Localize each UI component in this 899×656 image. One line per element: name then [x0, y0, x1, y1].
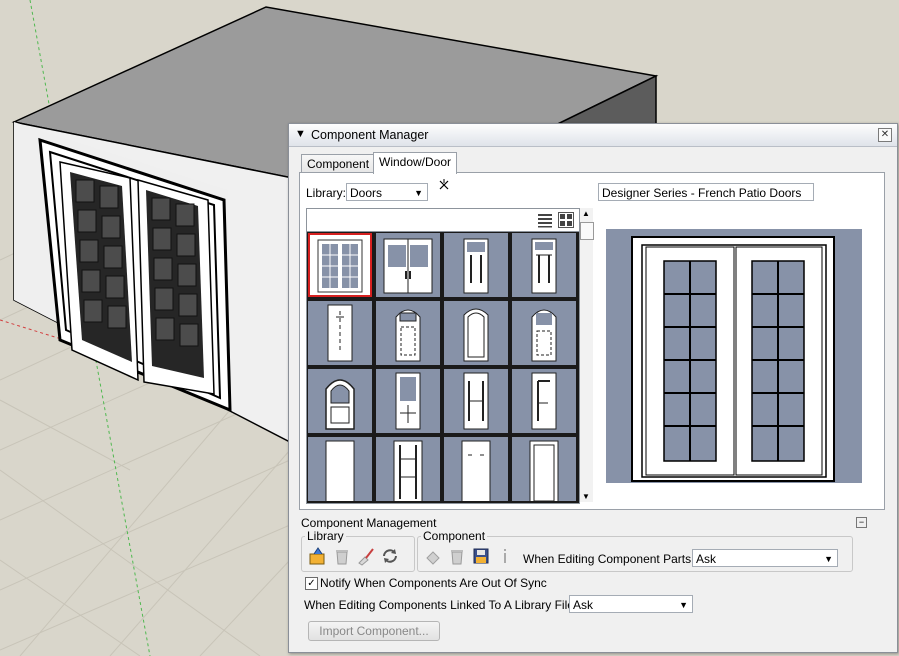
thumbnail-arched-panel-door[interactable] [512, 301, 576, 365]
close-icon[interactable]: ✕ [878, 128, 892, 142]
notify-label: Notify When Components Are Out Of Sync [320, 576, 547, 590]
panel-titlebar[interactable]: ▼ Component Manager ✕ [289, 124, 897, 147]
scroll-down-icon[interactable]: ▼ [582, 492, 590, 501]
thumbnail-split-glass-door[interactable] [376, 369, 440, 433]
linked-select-value: Ask [573, 598, 594, 612]
library-select-value: Doors [350, 186, 383, 200]
thumbnail-raised-panel-door[interactable] [444, 369, 508, 433]
grid-view-icon[interactable] [558, 212, 574, 228]
component-management-section: Component Management − Library Component… [299, 516, 887, 646]
thumbnail-grid [307, 232, 579, 503]
thumbnail-plain-door[interactable] [308, 301, 372, 365]
thumbnail-double-door-handle[interactable] [376, 233, 440, 297]
thumbnail-narrow-door-mullions[interactable] [444, 233, 508, 297]
component-browser [306, 208, 580, 504]
edit-component-icon[interactable] [423, 546, 443, 566]
library-group-label: Library [305, 529, 346, 543]
scroll-up-icon[interactable]: ▲ [582, 209, 590, 218]
refresh-library-icon[interactable] [380, 546, 400, 566]
editing-parts-value: Ask [696, 552, 717, 566]
thumbnail-offset-panel-door[interactable] [512, 369, 576, 433]
clean-library-icon[interactable] [356, 546, 376, 566]
component-preview [606, 229, 862, 483]
delete-component-icon[interactable] [447, 546, 467, 566]
scroll-thumb[interactable] [580, 222, 594, 240]
chevron-down-icon: ▼ [679, 600, 688, 610]
browser-toolbar [307, 209, 579, 232]
library-select[interactable]: Doors ▼ [346, 183, 428, 201]
triangle-down-icon[interactable]: ▼ [295, 128, 306, 140]
component-name-field[interactable]: Designer Series - French Patio Doors [598, 183, 814, 201]
list-view-icon[interactable] [537, 212, 553, 228]
pin-icon[interactable] [438, 179, 450, 191]
french-patio-door-preview [631, 236, 835, 482]
save-component-icon[interactable] [471, 546, 491, 566]
browser-scrollbar[interactable]: ▲ ▼ [580, 208, 594, 502]
import-component-button[interactable]: Import Component... [308, 621, 440, 641]
tab-component[interactable]: Component [301, 154, 376, 173]
thumbnail-flush-door[interactable] [444, 437, 508, 501]
chevron-down-icon: ▼ [414, 188, 423, 198]
editing-parts-select[interactable]: Ask ▼ [692, 549, 838, 567]
thumbnail-french-double-door[interactable] [308, 233, 372, 297]
info-icon[interactable] [495, 546, 515, 566]
collapse-icon[interactable]: − [856, 517, 867, 528]
component-group-label: Component [421, 529, 488, 543]
thumbnail-blank-door[interactable] [308, 437, 372, 501]
thumbnail-ladder-door[interactable] [376, 437, 440, 501]
panel-title: Component Manager [311, 128, 429, 142]
chevron-down-icon: ▼ [824, 554, 833, 564]
tab-window-door[interactable]: Window/Door [373, 152, 458, 174]
component-manager-panel: ▼ Component Manager ✕ Component Window/D… [288, 123, 898, 653]
thumbnail-arched-glass-door[interactable] [376, 301, 440, 365]
tab-content: Library: Doors ▼ Designer Series - Frenc… [299, 172, 885, 510]
thumbnail-arched-window-door[interactable] [308, 369, 372, 433]
editing-parts-label: When Editing Component Parts: [523, 552, 695, 566]
thumbnail-panel-door[interactable] [512, 233, 576, 297]
library-label: Library: [306, 186, 347, 200]
notify-checkbox[interactable]: ✓ [305, 577, 318, 590]
open-library-icon[interactable] [308, 546, 328, 566]
linked-label: When Editing Components Linked To A Libr… [304, 598, 578, 612]
delete-library-icon[interactable] [332, 546, 352, 566]
linked-select[interactable]: Ask ▼ [569, 595, 693, 613]
thumbnail-solid-door[interactable] [512, 437, 576, 501]
thumbnail-tall-arched-door[interactable] [444, 301, 508, 365]
management-title: Component Management [301, 516, 437, 530]
